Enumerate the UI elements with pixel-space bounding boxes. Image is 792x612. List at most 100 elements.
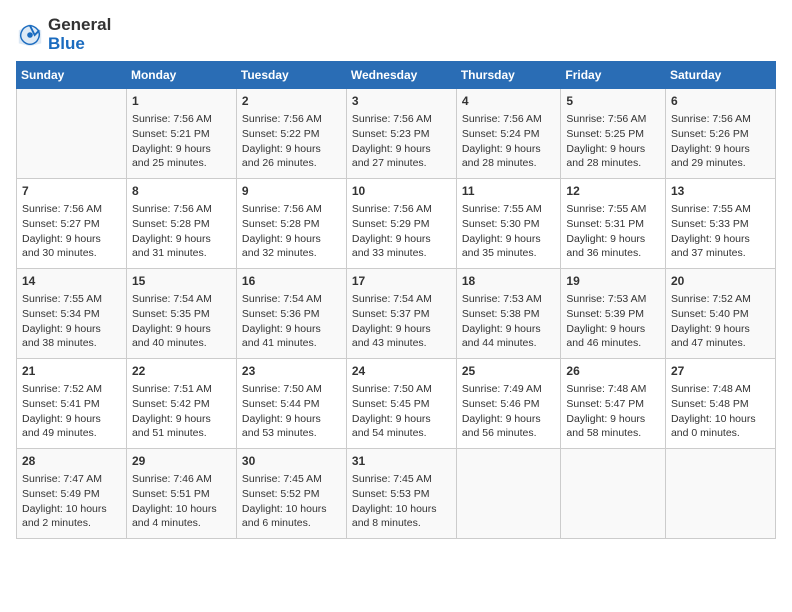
day-number: 19: [566, 273, 660, 290]
day-info: Sunrise: 7:45 AMSunset: 5:53 PMDaylight:…: [352, 472, 451, 531]
calendar-cell: 16 Sunrise: 7:54 AMSunset: 5:36 PMDayligh…: [236, 269, 346, 359]
week-row-1: 1Sunrise: 7:56 AMSunset: 5:21 PMDaylight…: [17, 89, 776, 179]
day-number: 12: [566, 183, 660, 200]
day-number: 7: [22, 183, 121, 200]
day-number: 9: [242, 183, 341, 200]
week-row-3: 14 Sunrise: 7:55 AMSunset: 5:34 PMDayligh…: [17, 269, 776, 359]
day-info: Sunrise: 7:47 AMSunset: 5:49 PMDaylight:…: [22, 472, 121, 531]
day-number: 13: [671, 183, 770, 200]
day-header-tuesday: Tuesday: [236, 62, 346, 89]
calendar-cell: 7Sunrise: 7:56 AMSunset: 5:27 PMDaylight…: [17, 179, 127, 269]
day-info: Sunrise: 7:55 AMSunset: 5:30 PMDaylight:…: [462, 202, 556, 261]
day-info: Sunrise: 7:46 AMSunset: 5:51 PMDaylight:…: [132, 472, 231, 531]
day-number: 8: [132, 183, 231, 200]
calendar-cell: 31 Sunrise: 7:45 AMSunset: 5:53 PMDayligh…: [346, 449, 456, 539]
calendar-cell: 10 Sunrise: 7:56 AMSunset: 5:29 PMDayligh…: [346, 179, 456, 269]
day-header-wednesday: Wednesday: [346, 62, 456, 89]
page-header: General Blue: [16, 16, 776, 53]
day-info: Sunrise: 7:54 AMSunset: 5:37 PMDaylight:…: [352, 292, 451, 351]
logo-text: General Blue: [48, 16, 111, 53]
day-info: Sunrise: 7:56 AMSunset: 5:22 PMDaylight:…: [242, 112, 341, 171]
calendar-cell: 26 Sunrise: 7:48 AMSunset: 5:47 PMDayligh…: [561, 359, 666, 449]
calendar-cell: [665, 449, 775, 539]
day-number: 15: [132, 273, 231, 290]
day-info: Sunrise: 7:56 AMSunset: 5:28 PMDaylight:…: [242, 202, 341, 261]
day-info: Sunrise: 7:49 AMSunset: 5:46 PMDaylight:…: [462, 382, 556, 441]
day-number: 14: [22, 273, 121, 290]
day-info: Sunrise: 7:54 AMSunset: 5:36 PMDaylight:…: [242, 292, 341, 351]
calendar-cell: 11 Sunrise: 7:55 AMSunset: 5:30 PMDayligh…: [456, 179, 561, 269]
calendar-cell: 24 Sunrise: 7:50 AMSunset: 5:45 PMDayligh…: [346, 359, 456, 449]
day-number: 18: [462, 273, 556, 290]
week-row-5: 28 Sunrise: 7:47 AMSunset: 5:49 PMDayligh…: [17, 449, 776, 539]
day-info: Sunrise: 7:45 AMSunset: 5:52 PMDaylight:…: [242, 472, 341, 531]
day-info: Sunrise: 7:53 AMSunset: 5:39 PMDaylight:…: [566, 292, 660, 351]
day-number: 24: [352, 363, 451, 380]
calendar-cell: [561, 449, 666, 539]
day-info: Sunrise: 7:54 AMSunset: 5:35 PMDaylight:…: [132, 292, 231, 351]
day-number: 4: [462, 93, 556, 110]
calendar-cell: 4 Sunrise: 7:56 AMSunset: 5:24 PMDaylight…: [456, 89, 561, 179]
day-info: Sunrise: 7:50 AMSunset: 5:45 PMDaylight:…: [352, 382, 451, 441]
calendar-cell: 30 Sunrise: 7:45 AMSunset: 5:52 PMDayligh…: [236, 449, 346, 539]
day-number: 25: [462, 363, 556, 380]
calendar-table: SundayMondayTuesdayWednesdayThursdayFrid…: [16, 61, 776, 539]
day-info: Sunrise: 7:55 AMSunset: 5:34 PMDaylight:…: [22, 292, 121, 351]
calendar-cell: 6 Sunrise: 7:56 AMSunset: 5:26 PMDaylight…: [665, 89, 775, 179]
day-number: 20: [671, 273, 770, 290]
day-info: Sunrise: 7:56 AMSunset: 5:26 PMDaylight:…: [671, 112, 770, 171]
day-number: 30: [242, 453, 341, 470]
week-row-4: 21Sunrise: 7:52 AMSunset: 5:41 PMDayligh…: [17, 359, 776, 449]
calendar-cell: 1Sunrise: 7:56 AMSunset: 5:21 PMDaylight…: [126, 89, 236, 179]
day-info: Sunrise: 7:55 AMSunset: 5:31 PMDaylight:…: [566, 202, 660, 261]
day-info: Sunrise: 7:53 AMSunset: 5:38 PMDaylight:…: [462, 292, 556, 351]
calendar-cell: 15 Sunrise: 7:54 AMSunset: 5:35 PMDayligh…: [126, 269, 236, 359]
calendar-cell: 13 Sunrise: 7:55 AMSunset: 5:33 PMDayligh…: [665, 179, 775, 269]
calendar-cell: 17Sunrise: 7:54 AMSunset: 5:37 PMDayligh…: [346, 269, 456, 359]
day-number: 31: [352, 453, 451, 470]
calendar-cell: 5Sunrise: 7:56 AMSunset: 5:25 PMDaylight…: [561, 89, 666, 179]
calendar-cell: [456, 449, 561, 539]
day-number: 26: [566, 363, 660, 380]
day-header-monday: Monday: [126, 62, 236, 89]
calendar-cell: 18 Sunrise: 7:53 AMSunset: 5:38 PMDayligh…: [456, 269, 561, 359]
calendar-cell: 29Sunrise: 7:46 AMSunset: 5:51 PMDayligh…: [126, 449, 236, 539]
calendar-cell: 21Sunrise: 7:52 AMSunset: 5:41 PMDayligh…: [17, 359, 127, 449]
day-info: Sunrise: 7:51 AMSunset: 5:42 PMDaylight:…: [132, 382, 231, 441]
day-number: 22: [132, 363, 231, 380]
day-info: Sunrise: 7:56 AMSunset: 5:28 PMDaylight:…: [132, 202, 231, 261]
calendar-cell: [17, 89, 127, 179]
day-info: Sunrise: 7:55 AMSunset: 5:33 PMDaylight:…: [671, 202, 770, 261]
logo-general: General: [48, 15, 111, 34]
day-header-friday: Friday: [561, 62, 666, 89]
calendar-cell: 9 Sunrise: 7:56 AMSunset: 5:28 PMDaylight…: [236, 179, 346, 269]
calendar-cell: 25 Sunrise: 7:49 AMSunset: 5:46 PMDayligh…: [456, 359, 561, 449]
day-number: 28: [22, 453, 121, 470]
day-number: 11: [462, 183, 556, 200]
day-number: 27: [671, 363, 770, 380]
day-info: Sunrise: 7:56 AMSunset: 5:23 PMDaylight:…: [352, 112, 451, 171]
day-info: Sunrise: 7:50 AMSunset: 5:44 PMDaylight:…: [242, 382, 341, 441]
day-number: 21: [22, 363, 121, 380]
calendar-cell: 22 Sunrise: 7:51 AMSunset: 5:42 PMDayligh…: [126, 359, 236, 449]
week-row-2: 7Sunrise: 7:56 AMSunset: 5:27 PMDaylight…: [17, 179, 776, 269]
calendar-cell: 20 Sunrise: 7:52 AMSunset: 5:40 PMDayligh…: [665, 269, 775, 359]
day-number: 6: [671, 93, 770, 110]
day-number: 23: [242, 363, 341, 380]
day-info: Sunrise: 7:52 AMSunset: 5:40 PMDaylight:…: [671, 292, 770, 351]
calendar-cell: 27 Sunrise: 7:48 AMSunset: 5:48 PMDayligh…: [665, 359, 775, 449]
day-info: Sunrise: 7:56 AMSunset: 5:24 PMDaylight:…: [462, 112, 556, 171]
day-info: Sunrise: 7:56 AMSunset: 5:21 PMDaylight:…: [132, 112, 231, 171]
day-info: Sunrise: 7:56 AMSunset: 5:29 PMDaylight:…: [352, 202, 451, 261]
calendar-cell: 2 Sunrise: 7:56 AMSunset: 5:22 PMDaylight…: [236, 89, 346, 179]
day-info: Sunrise: 7:48 AMSunset: 5:47 PMDaylight:…: [566, 382, 660, 441]
day-number: 16: [242, 273, 341, 290]
day-info: Sunrise: 7:48 AMSunset: 5:48 PMDaylight:…: [671, 382, 770, 441]
calendar-cell: 23 Sunrise: 7:50 AMSunset: 5:44 PMDayligh…: [236, 359, 346, 449]
day-number: 10: [352, 183, 451, 200]
days-header-row: SundayMondayTuesdayWednesdayThursdayFrid…: [17, 62, 776, 89]
day-number: 2: [242, 93, 341, 110]
logo-icon: [16, 21, 44, 49]
calendar-cell: 28 Sunrise: 7:47 AMSunset: 5:49 PMDayligh…: [17, 449, 127, 539]
calendar-cell: 3Sunrise: 7:56 AMSunset: 5:23 PMDaylight…: [346, 89, 456, 179]
